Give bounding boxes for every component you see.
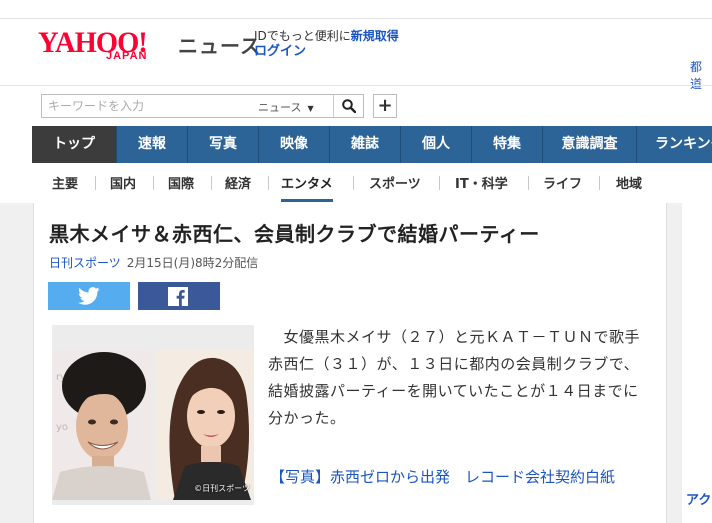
- yahoo-japan-logo[interactable]: YAHOO! JAPAN: [38, 28, 178, 68]
- article-photo[interactable]: ry yo ©日刊スポーツ: [52, 325, 254, 505]
- header-divider: [0, 85, 712, 86]
- category-separator: [528, 176, 529, 190]
- region-link-partial[interactable]: 都道: [690, 58, 712, 92]
- search-box: ニュース ▼: [41, 94, 364, 118]
- article-body: 女優黒木メイサ（２７）と元ＫＡＴ－ＴＵＮで歌手赤西仁（３１）が、１３日に都内の会…: [268, 328, 641, 427]
- category-it-science[interactable]: IT・科学: [455, 173, 508, 193]
- facebook-share-button[interactable]: [138, 282, 220, 310]
- category-sports[interactable]: スポーツ: [369, 173, 421, 193]
- category-separator: [153, 176, 154, 190]
- category-separator: [353, 176, 354, 190]
- right-sidebar: [682, 203, 712, 523]
- category-main[interactable]: 主要: [52, 173, 78, 193]
- sidebar-heading-partial[interactable]: アク: [686, 489, 711, 508]
- category-domestic[interactable]: 国内: [110, 173, 136, 193]
- category-separator: [268, 176, 269, 190]
- twitter-bird-icon: [78, 287, 100, 305]
- logo-subtext: JAPAN: [106, 50, 148, 62]
- nav-tab-breaking[interactable]: 速報: [117, 126, 188, 163]
- category-navigation: 主要 国内 国際 経済 エンタメ スポーツ IT・科学 ライフ 地域: [32, 163, 712, 203]
- search-button[interactable]: [333, 95, 363, 117]
- nav-tab-features[interactable]: 特集: [472, 126, 543, 163]
- facebook-icon: [168, 287, 188, 306]
- login-promo: IDでもっと便利に新規取得 ログイン: [254, 29, 399, 59]
- search-input[interactable]: [42, 95, 264, 117]
- nav-tab-magazine[interactable]: 雑誌: [330, 126, 401, 163]
- category-separator: [211, 176, 212, 190]
- top-divider: [0, 18, 712, 19]
- nav-tab-personal[interactable]: 個人: [401, 126, 472, 163]
- category-region[interactable]: 地域: [616, 173, 642, 193]
- search-scope-label: ニュース: [258, 101, 302, 114]
- search-scope-select[interactable]: ニュース ▼: [258, 99, 314, 115]
- category-entertainment[interactable]: エンタメ: [281, 173, 333, 202]
- article-meta: 日刊スポーツ 2月15日(月)8時2分配信: [49, 254, 258, 271]
- promo-text: IDでもっと便利に: [254, 29, 351, 43]
- nav-tab-photos[interactable]: 写真: [188, 126, 259, 163]
- add-search-button[interactable]: +: [373, 94, 397, 118]
- category-separator: [599, 176, 600, 190]
- twitter-share-button[interactable]: [48, 282, 130, 310]
- category-international[interactable]: 国際: [168, 173, 194, 193]
- nav-tab-top[interactable]: トップ: [32, 126, 117, 163]
- related-photo-link[interactable]: 【写真】赤西ゼロから出発 レコード会社契約白紙: [270, 466, 615, 487]
- category-economy[interactable]: 経済: [225, 173, 251, 193]
- signup-link[interactable]: 新規取得: [351, 29, 399, 43]
- category-life[interactable]: ライフ: [543, 173, 582, 193]
- article-date: 2月15日(月)8時2分配信: [126, 256, 259, 270]
- main-navigation: トップ 速報 写真 映像 雑誌 個人 特集 意識調査 ランキング: [32, 126, 712, 163]
- search-icon: [342, 99, 356, 113]
- dropdown-triangle-icon: ▼: [307, 104, 314, 113]
- photo-credit: ©日刊スポーツ: [194, 484, 250, 493]
- category-separator: [95, 176, 96, 190]
- svg-text:yo: yo: [56, 422, 68, 433]
- photo-woman: ©日刊スポーツ: [155, 350, 254, 500]
- article-title: 黒木メイサ＆赤西仁、会員制クラブで結婚パーティー: [49, 222, 540, 246]
- nav-tab-ranking[interactable]: ランキング: [637, 126, 712, 163]
- article-source-link[interactable]: 日刊スポーツ: [49, 256, 121, 270]
- login-link[interactable]: ログイン: [254, 44, 399, 59]
- category-separator: [439, 176, 440, 190]
- photo-man: ry yo: [52, 350, 151, 500]
- section-title[interactable]: ニュース: [178, 30, 261, 59]
- nav-tab-survey[interactable]: 意識調査: [543, 126, 637, 163]
- nav-tab-video[interactable]: 映像: [259, 126, 330, 163]
